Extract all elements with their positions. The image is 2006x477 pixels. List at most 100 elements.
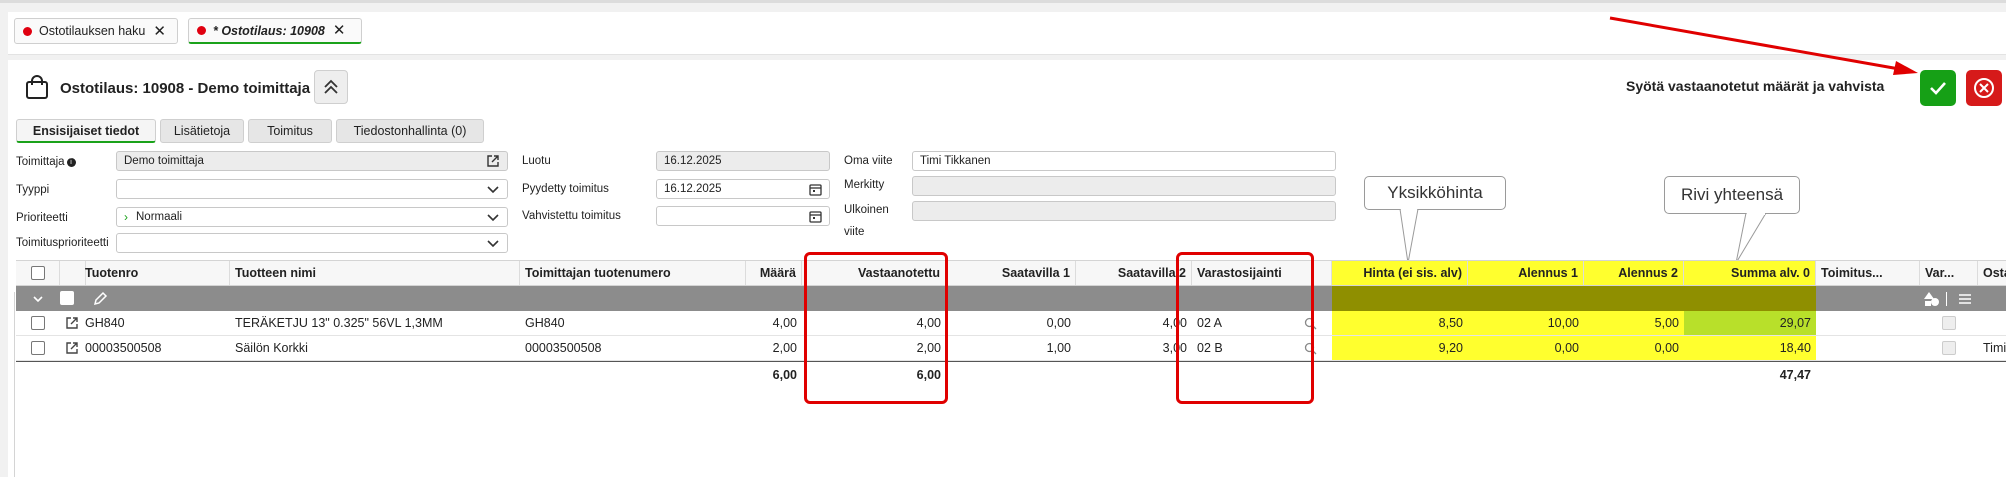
cell-discount-1: 0,00 [1468, 336, 1584, 360]
col-product-name[interactable]: Tuotteen nimi [230, 261, 520, 285]
cell-var [1920, 311, 1978, 335]
select-all-checkbox-cell[interactable] [16, 261, 60, 285]
table-row[interactable]: 00003500508 Säilön Korkki 00003500508 2,… [16, 336, 2006, 361]
cell-price: 9,20 [1332, 336, 1468, 360]
external-reference-label-1: Ulkoinen [844, 204, 889, 216]
double-chevron-up-icon [324, 79, 338, 94]
external-link-icon[interactable] [65, 316, 79, 330]
col-delivery[interactable]: Toimitus... [1816, 261, 1920, 285]
totals-row: 6,00 6,00 47,47 [16, 361, 2006, 387]
subtab-delivery[interactable]: Toimitus [248, 119, 332, 143]
external-link-icon[interactable] [486, 154, 500, 168]
col-product-no[interactable]: Tuotenro [80, 261, 230, 285]
group-toolbar-row [16, 286, 2006, 311]
own-reference-field[interactable]: Timi Tikkanen [912, 151, 1336, 171]
cell-buyer [1978, 311, 2006, 335]
tab-order-search[interactable]: Ostotilauksen haku ✕ [14, 18, 178, 44]
tab-label: * Ostotilaus: 10908 [213, 23, 325, 38]
disabled-checkbox [1942, 316, 1956, 330]
col-discount-2[interactable]: Alennus 2 [1584, 261, 1684, 285]
cell-delivery [1816, 311, 1920, 335]
status-dot-icon [23, 26, 32, 36]
table-row[interactable]: GH840 TERÄKETJU 13" 0.325" 56VL 1,3MM GH… [16, 311, 2006, 336]
col-supplier-product-no[interactable]: Toimittajan tuotenumero [520, 261, 746, 285]
external-reference-label-2: viite [844, 226, 865, 238]
cancel-button[interactable] [1966, 70, 2002, 106]
col-var[interactable]: Var... [1920, 261, 1978, 285]
cell-supplier-no: GH840 [525, 316, 565, 330]
row-checkbox-cell[interactable] [16, 336, 60, 360]
type-select[interactable] [116, 179, 508, 199]
own-reference-label: Oma viite [844, 155, 893, 167]
cell-supplier-no: 00003500508 [525, 341, 602, 355]
status-dot-icon [197, 26, 206, 35]
priority-label: Prioriteetti [16, 212, 68, 224]
confirmed-delivery-label: Vahvistettu toimitus [522, 210, 621, 222]
row-checkbox[interactable] [31, 341, 45, 355]
supplier-label: Toimittaja i [16, 156, 76, 168]
close-icon[interactable]: ✕ [333, 23, 346, 38]
subtab-additional[interactable]: Lisätietoja [160, 119, 244, 143]
cell-buyer: Timi [1983, 341, 2006, 355]
cell-sum: 18,40 [1684, 336, 1816, 360]
check-icon [1930, 82, 1946, 95]
col-quantity[interactable]: Määrä [746, 261, 802, 285]
chevron-down-icon[interactable] [32, 293, 44, 305]
requested-delivery-value: 16.12.2025 [664, 183, 722, 195]
chevron-down-icon [487, 214, 499, 222]
shapes-icon[interactable] [1923, 291, 1941, 307]
collapse-button[interactable] [314, 70, 348, 104]
delivery-priority-select[interactable] [116, 233, 508, 253]
priority-value: Normaali [136, 211, 183, 223]
top-strip [0, 0, 2006, 3]
row-total-callout: Rivi yhteensä [1664, 176, 1800, 214]
cell-available-2: 4,00 [1162, 316, 1187, 330]
requested-delivery-label: Pyydetty toimitus [522, 183, 609, 195]
created-label: Luotu [522, 155, 551, 167]
calendar-icon[interactable] [809, 210, 822, 223]
supplier-field[interactable]: Demo toimittaja [116, 151, 508, 171]
pencil-icon[interactable] [92, 291, 108, 307]
external-reference-field [912, 201, 1336, 221]
col-discount-1[interactable]: Alennus 1 [1468, 261, 1584, 285]
menu-icon[interactable] [1958, 292, 1972, 306]
tab-label: Ostotilauksen haku [39, 24, 146, 38]
cell-price: 8,50 [1332, 311, 1468, 335]
calendar-icon[interactable] [809, 183, 822, 196]
col-available-2[interactable]: Saatavilla 2 [1076, 261, 1192, 285]
total-quantity: 6,00 [772, 367, 797, 382]
group-checkbox[interactable] [60, 291, 74, 305]
close-icon[interactable]: ✕ [153, 24, 166, 39]
confirmed-delivery-field[interactable] [656, 206, 830, 226]
row-checkbox-cell[interactable] [16, 311, 60, 335]
row-checkbox[interactable] [31, 316, 45, 330]
col-buyer[interactable]: Osta [1978, 261, 2006, 285]
subtab-files[interactable]: Tiedostonhallinta (0) [336, 119, 484, 143]
col-sum[interactable]: Summa alv. 0 [1684, 261, 1816, 285]
cell-quantity: 2,00 [772, 341, 797, 355]
col-available-1[interactable]: Saatavilla 1 [946, 261, 1076, 285]
subtab-primary[interactable]: Ensisijaiset tiedot [16, 119, 156, 143]
cancel-circle-icon [1974, 78, 1994, 98]
chevron-down-icon [487, 186, 499, 194]
cell-quantity: 4,00 [772, 316, 797, 330]
requested-delivery-field[interactable]: 16.12.2025 [656, 179, 830, 199]
external-link-icon[interactable] [65, 341, 79, 355]
select-all-checkbox[interactable] [30, 266, 45, 280]
cell-sum: 29,07 [1684, 311, 1816, 335]
unit-price-callout: Yksikköhinta [1364, 176, 1506, 210]
priority-select[interactable]: › Normaali [116, 207, 508, 227]
callout-pointer [1399, 209, 1419, 264]
cell-var [1920, 336, 1978, 360]
col-price[interactable]: Hinta (ei sis. alv) [1332, 261, 1468, 285]
callout-pointer [1736, 213, 1767, 264]
cell-product-name: TERÄKETJU 13" 0.325" 56VL 1,3MM [235, 316, 443, 330]
info-icon[interactable]: i [66, 158, 76, 167]
chevron-down-icon [487, 240, 499, 248]
cell-discount-2: 5,00 [1584, 311, 1684, 335]
location-column-highlight [1176, 252, 1314, 404]
type-label: Tyyppi [16, 184, 50, 196]
cell-product-name: Säilön Korkki [235, 341, 308, 355]
supplier-label-text: Toimittaja [16, 156, 65, 168]
tab-purchase-order[interactable]: * Ostotilaus: 10908 ✕ [188, 18, 362, 44]
